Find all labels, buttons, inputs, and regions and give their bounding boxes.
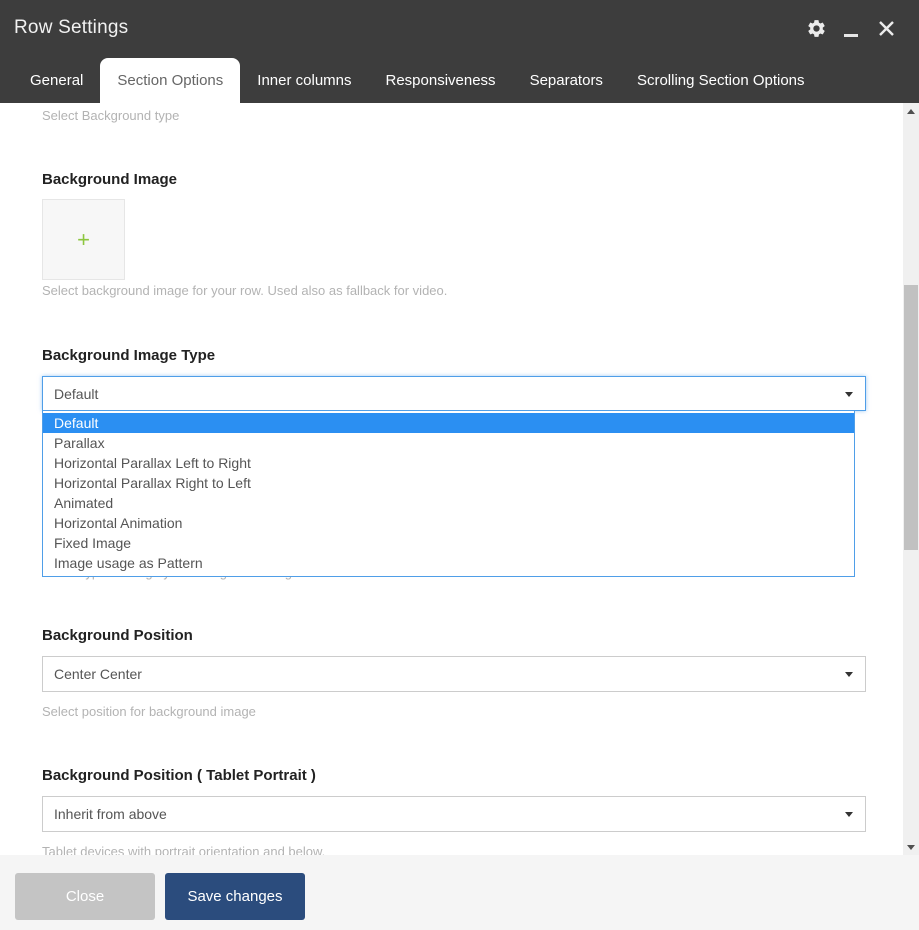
dropdown-option[interactable]: Animated: [43, 493, 854, 513]
dialog-header: Row Settings General Section Options Inner…: [0, 0, 919, 103]
tab[interactable]: Inner columns: [240, 58, 368, 103]
tab[interactable]: Separators: [513, 58, 620, 103]
gear-icon[interactable]: [805, 16, 827, 40]
dropdown-option[interactable]: Parallax: [43, 433, 854, 453]
background-position-tablet-help: Tablet devices with portrait orientation…: [42, 844, 326, 855]
scrollbar-thumb[interactable]: [904, 285, 918, 550]
chevron-down-icon: [845, 391, 853, 397]
tab[interactable]: Responsiveness: [369, 58, 513, 103]
scroll-down-arrow[interactable]: [903, 839, 919, 855]
add-background-image-button[interactable]: +: [42, 199, 125, 280]
background-image-type-dropdown: Default Parallax Horizontal Parallax Left …: [42, 410, 855, 577]
dialog-title: Row Settings: [14, 17, 129, 38]
tab[interactable]: Scrolling Section Options: [620, 58, 822, 103]
plus-icon: +: [77, 226, 90, 252]
background-position-heading: Background Position: [42, 627, 193, 644]
tab[interactable]: Section Options: [100, 58, 241, 103]
chevron-down-icon: [845, 672, 853, 677]
background-image-help: Select background image for your row. Us…: [42, 283, 448, 298]
background-position-select[interactable]: Center Center: [42, 656, 866, 692]
close-button[interactable]: Close: [15, 873, 155, 920]
scrollbar-track[interactable]: [903, 103, 919, 855]
background-image-heading: Background Image: [42, 171, 178, 188]
background-position-help: Select position for background image: [42, 704, 256, 719]
dropdown-option[interactable]: Horizontal Parallax Right to Left: [43, 473, 854, 493]
minimize-icon[interactable]: [840, 16, 862, 40]
dropdown-option[interactable]: Horizontal Parallax Left to Right: [43, 453, 854, 473]
dropdown-option[interactable]: Default: [43, 413, 854, 433]
tab-bar: General Section Options Inner columns Respo…: [13, 58, 822, 103]
background-position-value: Center Center: [54, 666, 142, 682]
scroll-up-arrow[interactable]: [903, 103, 919, 119]
save-changes-button[interactable]: Save changes: [165, 873, 305, 920]
dropdown-option[interactable]: Image usage as Pattern: [43, 553, 854, 573]
dropdown-option[interactable]: Fixed Image: [43, 533, 854, 553]
tab[interactable]: General: [13, 58, 100, 103]
previous-field-help: Select Background type: [42, 108, 180, 123]
background-position-tablet-select[interactable]: Inherit from above: [42, 796, 866, 832]
background-position-tablet-heading: Background Position ( Tablet Portrait ): [42, 767, 316, 784]
background-image-type-heading: Background Image Type: [42, 347, 216, 364]
settings-panel: Select Background type Background Image …: [0, 103, 903, 855]
dropdown-option[interactable]: Horizontal Animation: [43, 513, 854, 533]
background-image-type-value: Default: [54, 385, 99, 402]
background-image-type-select[interactable]: Default: [42, 376, 866, 411]
close-icon[interactable]: [875, 16, 897, 40]
background-position-tablet-value: Inherit from above: [54, 806, 167, 822]
chevron-down-icon: [845, 812, 853, 817]
dialog-footer: Close Save changes: [0, 855, 919, 930]
triangle-down-icon: [907, 844, 915, 850]
triangle-up-icon: [907, 108, 915, 114]
